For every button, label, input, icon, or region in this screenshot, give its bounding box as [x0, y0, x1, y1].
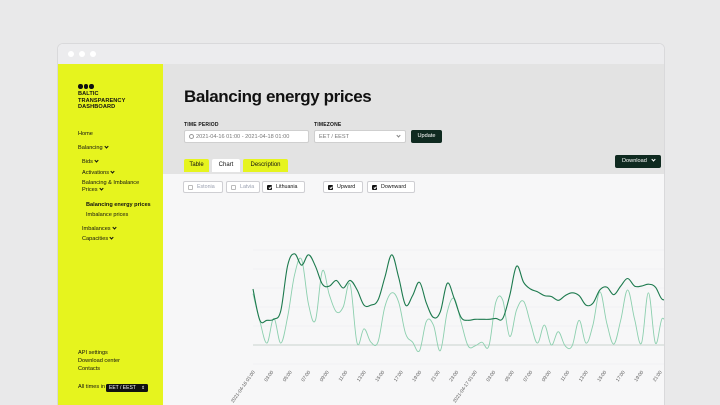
nav-capacities-label: Capacities	[82, 236, 109, 242]
timezone-value: EET / EEST	[319, 134, 350, 140]
x-tick-label: 05:00	[504, 369, 516, 383]
x-tick-label: 07:00	[300, 369, 312, 383]
x-tick-label: 07:00	[522, 369, 534, 383]
x-tick-label: 19:00	[411, 369, 423, 383]
tab-table[interactable]: Table	[184, 159, 209, 172]
chevron-down-icon	[110, 168, 115, 174]
nav-bids[interactable]: Bids	[82, 157, 99, 166]
page-title: Balancing energy prices	[184, 87, 372, 106]
page-header: Balancing energy prices TIME PERIOD 2021…	[163, 64, 664, 174]
nav-balancing[interactable]: Balancing	[78, 143, 109, 152]
logo-line: TRANSPARENCY	[78, 97, 126, 104]
nav-imbalances[interactable]: Imbalances	[82, 224, 117, 233]
time-period-label: TIME PERIOD	[184, 122, 219, 128]
x-tick-label: 23:00	[448, 369, 460, 383]
logo[interactable]: BALTIC TRANSPARENCY DASHBOARD	[78, 91, 125, 111]
sidebar: BALTIC TRANSPARENCY DASHBOARD Home Balan…	[58, 64, 163, 405]
window-dot-icon	[79, 51, 85, 57]
x-tick-label: 17:00	[393, 369, 405, 383]
x-tick-label: 21:00	[430, 369, 442, 383]
x-tick-label: 15:00	[374, 369, 386, 383]
updown-icon: ⇕	[141, 385, 145, 390]
nav-balancing-label: Balancing	[78, 145, 103, 151]
nav-label-line: Balancing & Imbalance	[82, 180, 140, 186]
timezone-badge[interactable]: EET / EEST ⇕	[106, 384, 148, 392]
chevron-down-icon	[396, 133, 401, 138]
nav-api-settings[interactable]: API settings	[78, 350, 108, 357]
x-tick-label: 17:00	[615, 369, 627, 383]
x-tick-label: 13:00	[356, 369, 368, 383]
x-tick-label: 15:00	[596, 369, 608, 383]
nav-contacts[interactable]: Contacts	[78, 366, 100, 373]
chevron-down-icon	[111, 224, 117, 230]
calendar-icon	[189, 133, 194, 139]
nav-imbalances-label: Imbalances	[82, 226, 111, 232]
nav-label-line: Prices	[82, 187, 98, 193]
x-tick-label: 09:00	[541, 369, 553, 383]
update-button[interactable]: Update	[411, 130, 442, 143]
x-tick-label: 11:00	[338, 369, 350, 382]
chevron-down-icon	[94, 157, 99, 163]
nav-balancing-energy-prices[interactable]: Balancing energy prices	[86, 202, 151, 209]
x-tick-label: 09:00	[319, 369, 331, 383]
nav-bids-label: Bids	[82, 159, 93, 165]
nav-imbalance-prices[interactable]: Imbalance prices	[86, 212, 128, 219]
all-times-label: All times in	[78, 384, 106, 390]
nav-download-center[interactable]: Download center	[78, 358, 120, 365]
x-tick-label: 2021-04-16 01:00	[230, 369, 257, 404]
x-tick-label: 03:00	[263, 369, 275, 383]
window-titlebar	[58, 44, 664, 64]
price-line-chart: -20020406080100EUR/MWh2021-04-16 01:0003…	[230, 249, 664, 404]
time-period-value: 2021-04-16 01:00 - 2021-04-18 01:00	[196, 134, 290, 140]
nav-home[interactable]: Home	[78, 131, 93, 138]
x-tick-label: 03:00	[485, 369, 497, 383]
download-button[interactable]: Download	[615, 155, 661, 168]
timezone-badge-label: EET / EEST	[109, 385, 136, 391]
series-line-lithuania-upward	[252, 253, 664, 324]
browser-window: BALTIC TRANSPARENCY DASHBOARD Home Balan…	[58, 44, 664, 405]
chevron-down-icon	[103, 143, 109, 149]
logo-line: DASHBOARD	[78, 104, 116, 111]
series-line-lithuania-downward	[252, 257, 664, 352]
window-dot-icon	[68, 51, 74, 57]
chart-panel: Estonia Latvia Lithuania Upward Downward…	[163, 174, 664, 405]
logo-line: BALTIC	[78, 91, 99, 97]
nav-capacities[interactable]: Capacities	[82, 234, 114, 243]
x-tick-label: 21:00	[652, 369, 664, 383]
window-dot-icon	[90, 51, 96, 57]
timezone-select[interactable]: EET / EEST	[314, 130, 406, 143]
tab-chart[interactable]: Chart	[212, 159, 240, 172]
timezone-label: TIMEZONE	[314, 122, 342, 128]
nav-balancing-imbalance-prices[interactable]: Balancing & Imbalance Prices	[82, 180, 139, 194]
tab-description[interactable]: Description	[243, 159, 288, 172]
x-tick-label: 19:00	[633, 369, 645, 383]
nav-activations[interactable]: Activations	[82, 168, 115, 177]
time-period-input[interactable]: 2021-04-16 01:00 - 2021-04-18 01:00	[184, 130, 309, 143]
chevron-down-icon	[651, 156, 656, 162]
chevron-down-icon	[109, 234, 114, 240]
nav-activations-label: Activations	[82, 170, 110, 176]
x-tick-label: 05:00	[282, 369, 294, 383]
x-tick-label: 13:00	[578, 369, 590, 383]
download-label: Download	[622, 158, 647, 164]
x-tick-label: 11:00	[560, 369, 572, 382]
chevron-down-icon	[98, 185, 104, 191]
